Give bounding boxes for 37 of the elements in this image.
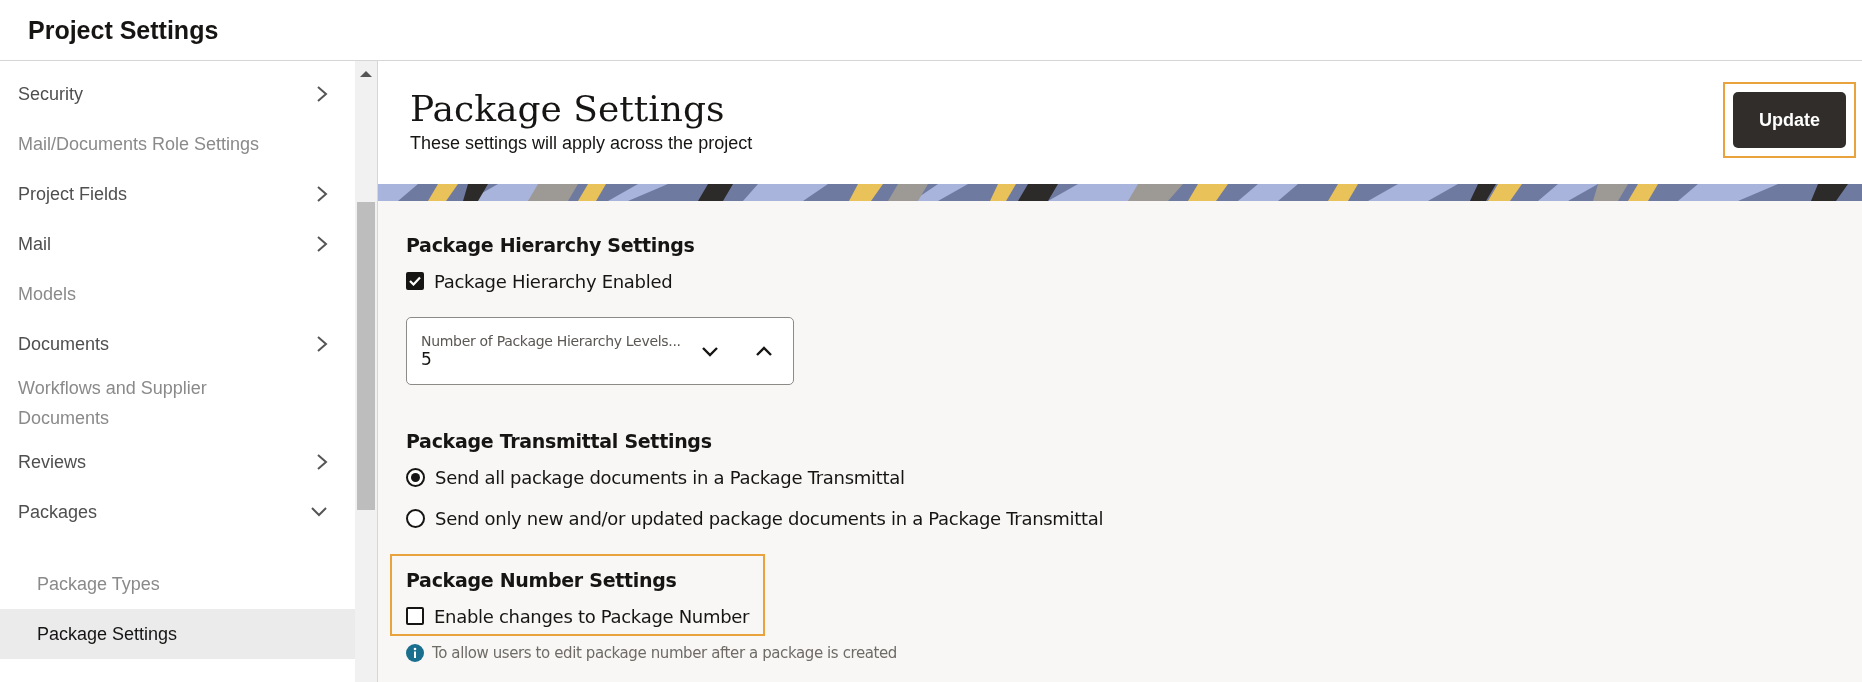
chevron-icon: [309, 505, 329, 519]
app-title: Project Settings: [28, 15, 219, 45]
nav-item[interactable]: Security: [0, 69, 355, 119]
radio-label[interactable]: Send only new and/or updated package documents in a Package Transmittal: [435, 507, 1104, 529]
scrollbar[interactable]: [355, 61, 377, 682]
number-field[interactable]: Number of Package Hierarchy Levels... 5: [406, 317, 794, 385]
nav-item[interactable]: Packages: [0, 487, 355, 537]
radio-button[interactable]: [406, 508, 425, 528]
chevron-icon: [315, 84, 329, 104]
checkbox[interactable]: [406, 272, 424, 290]
section-heading: Package Number Settings: [406, 568, 678, 592]
field-label: Number of Package Hierarchy Levels...: [421, 333, 682, 349]
chevron-icon: [315, 334, 329, 354]
nav-item[interactable]: Reviews: [0, 437, 355, 487]
scroll-up-arrow-icon[interactable]: [360, 70, 372, 78]
nav-item[interactable]: Mail: [0, 219, 355, 269]
hint-text: To allow users to edit package number after a package is created: [432, 644, 897, 662]
chevron-icon: [315, 184, 329, 204]
page-title: Package Settings: [410, 88, 726, 129]
section-heading: Package Hierarchy Settings: [406, 233, 696, 257]
chevron-icon: [315, 234, 329, 254]
update-button[interactable]: Update: [1733, 92, 1846, 148]
chevron-icon: [315, 452, 329, 472]
chevron-down-icon: [701, 345, 719, 357]
section-heading: Package Transmittal Settings: [406, 429, 713, 453]
checkbox[interactable]: [406, 607, 424, 625]
checkbox-label[interactable]: Enable changes to Package Number: [434, 605, 750, 627]
nav-item[interactable]: Package Settings: [0, 609, 355, 659]
nav-item[interactable]: Project Fields: [0, 169, 355, 219]
chevron-up-icon: [755, 345, 773, 357]
radio-label[interactable]: Send all package documents in a Package Transmittal: [435, 466, 905, 488]
page-subtitle: These settings will apply across the project: [410, 133, 753, 154]
checkbox-label[interactable]: Package Hierarchy Enabled: [434, 270, 673, 292]
radio-button[interactable]: [406, 467, 425, 487]
nav-item[interactable]: Documents: [0, 319, 355, 369]
info-icon: [406, 644, 424, 662]
field-value: 5: [421, 349, 433, 369]
